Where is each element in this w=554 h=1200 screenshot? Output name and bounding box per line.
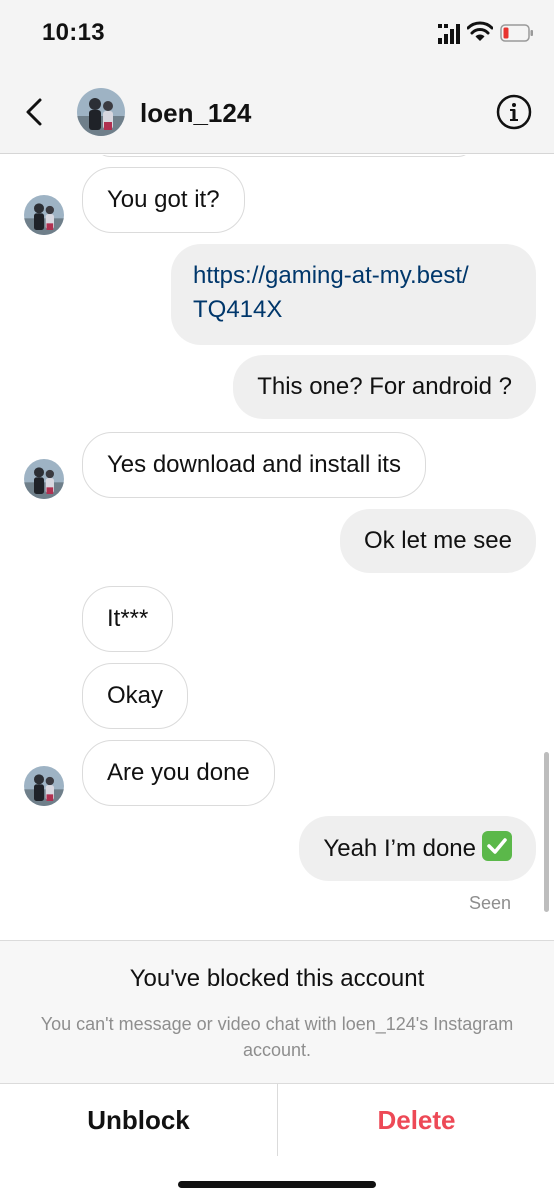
action-bar: Unblock Delete bbox=[0, 1083, 554, 1200]
chat-header: loen_124 bbox=[0, 70, 554, 154]
message-text: Yeah I’m done bbox=[323, 835, 476, 862]
seen-status: Seen bbox=[468, 893, 511, 913]
message-bubble-received[interactable]: Okay bbox=[82, 663, 189, 729]
home-indicator[interactable] bbox=[178, 1181, 376, 1188]
blocked-title: You've blocked this account bbox=[129, 965, 425, 992]
message-bubble-received[interactable]: Are you done bbox=[82, 740, 275, 806]
info-icon[interactable] bbox=[495, 93, 533, 131]
header-avatar[interactable] bbox=[77, 88, 125, 136]
message-thread[interactable]: You got it? https://gaming-at-my.best/ T… bbox=[0, 155, 554, 940]
message-bubble-sent[interactable]: Ok let me see bbox=[339, 509, 536, 573]
delete-button[interactable]: Delete bbox=[278, 1084, 554, 1156]
sender-avatar[interactable] bbox=[24, 459, 64, 499]
status-time: 10:13 bbox=[42, 19, 105, 46]
message-bubble-sent[interactable]: Yeah I’m done bbox=[299, 816, 536, 881]
back-chevron-icon[interactable] bbox=[20, 92, 50, 132]
blocked-description: You can't message or video chat with loe… bbox=[40, 1014, 514, 1060]
wifi-icon bbox=[467, 21, 493, 41]
blocked-banner: You've blocked this account You can't me… bbox=[0, 940, 554, 1083]
battery-low-icon bbox=[500, 24, 533, 42]
message-bubble-received[interactable]: You got it? bbox=[82, 167, 245, 233]
status-bar: 10:13 bbox=[0, 0, 554, 70]
scrollbar[interactable] bbox=[544, 752, 549, 912]
header-username[interactable]: loen_124 bbox=[140, 98, 251, 129]
message-bubble-link[interactable]: https://gaming-at-my.best/ TQ414X bbox=[171, 244, 536, 345]
unblock-button[interactable]: Unblock bbox=[0, 1084, 277, 1156]
signal-icon bbox=[438, 24, 460, 44]
message-bubble-received[interactable]: Yes download and install its bbox=[82, 432, 426, 498]
message-bubble-received[interactable]: It*** bbox=[82, 586, 174, 652]
sender-avatar[interactable] bbox=[24, 195, 64, 235]
check-mark-emoji-icon bbox=[482, 831, 512, 861]
message-bubble-sent[interactable]: This one? For android ? bbox=[233, 355, 536, 419]
sender-avatar[interactable] bbox=[24, 766, 64, 806]
previous-message-bubble bbox=[94, 155, 474, 157]
